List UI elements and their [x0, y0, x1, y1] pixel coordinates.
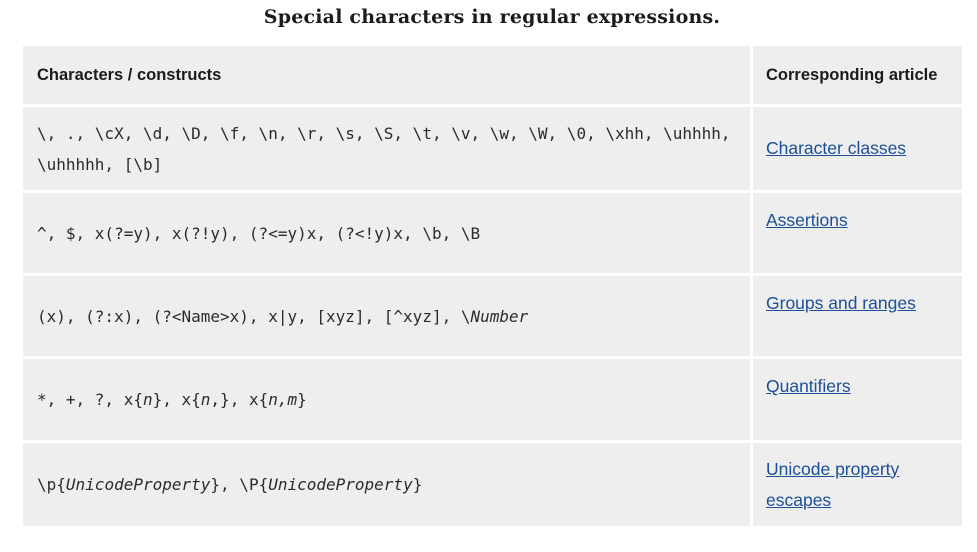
- constructs-line: (x), (?:x), (?<Name>x), x|y, [xyz], [^xy…: [37, 306, 471, 326]
- special-characters-table: Characters / constructs Corresponding ar…: [23, 46, 962, 526]
- constructs-text: \p{: [37, 475, 66, 494]
- constructs-text: }: [412, 475, 423, 494]
- table-row-groups-and-ranges: (x), (?:x), (?<Name>x), x|y, [xyz], [^xy…: [23, 273, 962, 356]
- constructs-cell: ^, $, x(?=y), x(?!y), (?<=y)x, (?<!y)x, …: [23, 190, 753, 273]
- link-unicode-property-escapes[interactable]: Unicode property escapes: [766, 459, 899, 510]
- header-characters-constructs: Characters / constructs: [23, 46, 753, 104]
- table-row-unicode-property-escapes: \p{UnicodeProperty}, \P{UnicodeProperty}…: [23, 440, 962, 526]
- constructs-line: \uhhhhh, [\b]: [37, 154, 163, 174]
- constructs-text: }, x{: [152, 390, 201, 409]
- constructs-text: }: [297, 390, 307, 409]
- link-assertions[interactable]: Assertions: [766, 210, 848, 230]
- constructs-cell: \p{UnicodeProperty}, \P{UnicodeProperty}: [23, 440, 753, 526]
- article-cell: Character classes: [753, 104, 962, 190]
- constructs-cell: (x), (?:x), (?<Name>x), x|y, [xyz], [^xy…: [23, 273, 753, 356]
- link-text-line: escapes: [766, 489, 832, 510]
- constructs-italic: Number: [470, 306, 529, 326]
- link-text-line: Unicode property: [766, 458, 900, 479]
- header-corresponding-article: Corresponding article: [753, 46, 962, 104]
- constructs-italic: UnicodeProperty: [65, 475, 211, 494]
- table-row-character-classes: \, ., \cX, \d, \D, \f, \n, \r, \s, \S, \…: [23, 104, 962, 190]
- table-caption: Special characters in regular expression…: [263, 6, 721, 28]
- article-cell: Quantifiers: [753, 356, 962, 440]
- constructs-italic: n,m: [268, 390, 298, 409]
- constructs-line: ^, $, x(?=y), x(?!y), (?<=y)x, (?<!y)x, …: [37, 223, 481, 243]
- constructs-text: *, +, ?, x{: [37, 390, 143, 409]
- constructs-line: \, ., \cX, \d, \D, \f, \n, \r, \s, \S, \…: [37, 123, 731, 143]
- constructs-cell: *, +, ?, x{n}, x{n,}, x{n,m}: [23, 356, 753, 440]
- header-row: Characters / constructs Corresponding ar…: [23, 46, 962, 104]
- article-cell: Assertions: [753, 190, 962, 273]
- constructs-text: ,}, x{: [210, 390, 269, 409]
- link-character-classes[interactable]: Character classes: [766, 138, 906, 158]
- table-row-assertions: ^, $, x(?=y), x(?!y), (?<=y)x, (?<!y)x, …: [23, 190, 962, 273]
- constructs-cell: \, ., \cX, \d, \D, \f, \n, \r, \s, \S, \…: [23, 104, 753, 190]
- link-quantifiers[interactable]: Quantifiers: [766, 376, 851, 396]
- article-cell: Groups and ranges: [753, 273, 962, 356]
- constructs-text: }, \P{: [210, 475, 269, 494]
- constructs-italic: UnicodeProperty: [268, 475, 413, 494]
- article-cell: Unicode property escapes: [753, 440, 962, 526]
- table-row-quantifiers: *, +, ?, x{n}, x{n,}, x{n,m} Quantifiers: [23, 356, 962, 440]
- constructs-italic: n: [142, 390, 153, 409]
- link-groups-and-ranges[interactable]: Groups and ranges: [766, 293, 916, 313]
- constructs-italic: n: [200, 390, 211, 409]
